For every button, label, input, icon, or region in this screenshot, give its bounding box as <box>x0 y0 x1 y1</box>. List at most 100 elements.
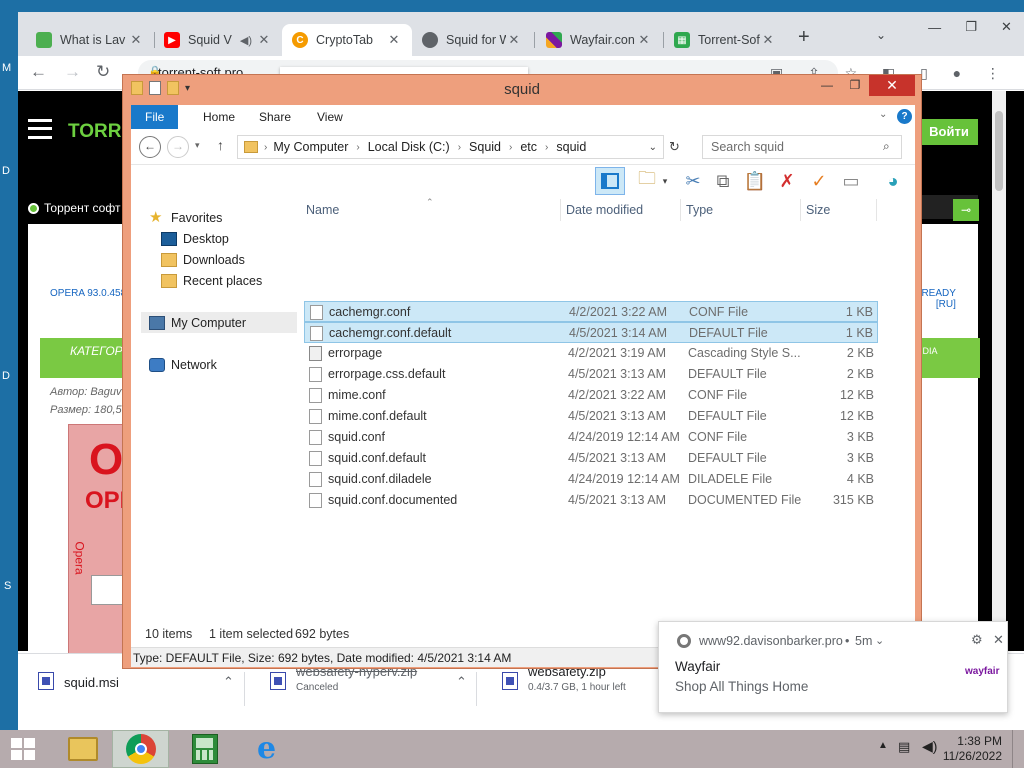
minimize-icon[interactable]: — <box>928 20 941 35</box>
table-row[interactable]: squid.conf.diladele 4/24/2019 12:14 AM DIL… <box>304 469 878 490</box>
search-key-icon[interactable]: ⊸ <box>953 199 979 221</box>
column-header-name[interactable]: Name <box>306 203 339 223</box>
new-tab-button[interactable]: + <box>798 26 810 49</box>
close-window-icon[interactable]: ✕ <box>1001 19 1012 35</box>
tab-what-is-lav[interactable]: What is Lav ✕ <box>26 24 154 56</box>
site-logo[interactable]: TORR <box>68 121 121 143</box>
forward-icon[interactable]: → <box>167 136 189 158</box>
table-row[interactable]: cachemgr.conf.default 4/5/2021 3:14 AM DEF… <box>304 322 878 343</box>
table-row[interactable]: errorpage 4/2/2021 3:19 AM Cascading Style… <box>304 343 878 364</box>
taskbar-chrome[interactable] <box>112 730 169 768</box>
paste-icon[interactable]: 📋 <box>743 169 767 193</box>
menu-icon[interactable]: ⋮ <box>986 65 1000 82</box>
rename-icon[interactable]: ▭ <box>839 169 863 193</box>
chevron-up-icon[interactable]: ⌃ <box>456 674 467 690</box>
torrent-soft-link[interactable]: Торрент софт <box>44 201 120 215</box>
chevron-down-icon[interactable]: ⌄ <box>879 109 887 120</box>
breadcrumb-item[interactable]: squid <box>556 140 586 154</box>
close-icon[interactable]: ✕ <box>993 632 1004 648</box>
opera-link[interactable]: OPERA 93.0.458 <box>50 288 126 299</box>
table-row[interactable]: errorpage.css.default 4/5/2021 3:13 AM DEF… <box>304 364 878 385</box>
delete-icon[interactable]: ✗ <box>775 169 799 193</box>
table-row[interactable]: mime.conf 4/2/2021 3:22 AM CONF File 12 KB <box>304 385 878 406</box>
refresh-icon[interactable]: ↻ <box>669 139 680 155</box>
start-button[interactable] <box>0 730 46 768</box>
cut-icon[interactable]: ✂ <box>681 169 705 193</box>
taskbar-calculator[interactable] <box>176 730 233 768</box>
up-icon[interactable]: ↑ <box>217 137 224 153</box>
nav-recent-places[interactable]: Recent places <box>161 270 262 291</box>
recent-locations-icon[interactable]: ▾ <box>195 140 200 151</box>
download-item[interactable]: websafety-hyperv.zip Canceled ⌃ <box>270 664 470 714</box>
table-row[interactable]: mime.conf.default 4/5/2021 3:13 AM DEFAULT… <box>304 406 878 427</box>
minimize-icon[interactable]: — <box>813 75 841 96</box>
tab-squid-for-windows[interactable]: Squid for W ✕ <box>412 24 532 56</box>
tab-file[interactable]: File <box>131 105 179 129</box>
hamburger-icon[interactable] <box>28 119 52 139</box>
clock[interactable]: 1:38 PM 11/26/2022 <box>940 734 1002 764</box>
tab-wayfair[interactable]: Wayfair.con ✕ <box>536 24 662 56</box>
profile-icon[interactable]: ● <box>953 65 961 81</box>
chevron-up-icon[interactable]: ⌃ <box>223 674 234 690</box>
chevron-down-icon[interactable]: ⌄ <box>875 634 884 647</box>
address-dropdown-icon[interactable]: ⌄ <box>643 142 663 153</box>
dropdown-icon[interactable]: ▾ <box>659 169 671 193</box>
maximize-icon[interactable]: ❐ <box>841 75 869 96</box>
tab-squid-video[interactable]: ▶ Squid V ◀) ✕ <box>154 24 282 56</box>
folder-options-icon[interactable]: 🗀 <box>635 168 659 193</box>
taskbar-ie[interactable]: e <box>238 730 295 768</box>
volume-icon[interactable]: ◀) <box>922 738 937 755</box>
table-row[interactable]: cachemgr.conf 4/2/2021 3:22 AM CONF File 1 … <box>304 301 878 322</box>
taskbar-explorer[interactable] <box>54 730 111 768</box>
check-icon[interactable]: ✓ <box>807 169 831 193</box>
close-icon[interactable]: ✕ <box>869 75 915 96</box>
network-tray-icon[interactable]: ▤ <box>898 739 910 755</box>
column-header-date[interactable]: Date modified <box>566 203 643 223</box>
table-row[interactable]: squid.conf.documented 4/5/2021 3:13 AM DOC… <box>304 490 878 511</box>
gear-icon[interactable]: ⚙ <box>971 632 983 648</box>
tab-share[interactable]: Share <box>245 105 305 129</box>
tab-search-icon[interactable]: ⌄ <box>876 28 886 42</box>
tab-view[interactable]: View <box>303 105 357 129</box>
globe-icon[interactable]: ◕ <box>881 169 905 193</box>
close-icon[interactable]: ✕ <box>386 32 402 48</box>
close-icon[interactable]: ✕ <box>760 32 776 48</box>
nav-favorites[interactable]: ★ Favorites <box>149 207 222 228</box>
breadcrumb-item[interactable]: My Computer <box>273 140 348 154</box>
forward-icon[interactable]: → <box>64 62 81 82</box>
reload-icon[interactable]: ↻ <box>96 62 110 82</box>
download-item[interactable]: squid.msi ⌃ <box>38 664 238 714</box>
search-input[interactable]: Search squid ⌕ <box>702 135 902 159</box>
copy-icon[interactable]: ⧉ <box>711 169 735 193</box>
show-desktop-button[interactable] <box>1012 730 1024 768</box>
tab-home[interactable]: Home <box>189 105 249 129</box>
help-icon[interactable]: ? <box>897 109 912 124</box>
breadcrumb-item[interactable]: Squid <box>469 140 501 154</box>
close-icon[interactable]: ✕ <box>256 32 272 48</box>
breadcrumb[interactable]: › My Computer › Local Disk (C:) › Squid … <box>237 135 664 159</box>
column-header-type[interactable]: Type <box>686 203 713 223</box>
nav-my-computer[interactable]: My Computer <box>141 312 297 333</box>
preview-pane-icon[interactable] <box>595 167 625 195</box>
nav-network[interactable]: Network <box>149 354 217 375</box>
tab-torrent-soft[interactable]: ▦ Torrent-Sof ✕ <box>664 24 786 56</box>
breadcrumb-item[interactable]: Local Disk (C:) <box>368 140 450 154</box>
close-icon[interactable]: ✕ <box>128 32 144 48</box>
column-header-size[interactable]: Size <box>806 203 830 223</box>
nav-desktop[interactable]: Desktop <box>161 228 229 249</box>
scrollbar-thumb[interactable] <box>995 111 1003 191</box>
back-icon[interactable]: ← <box>30 62 47 82</box>
close-icon[interactable]: ✕ <box>636 32 652 48</box>
download-item[interactable]: websafety.zip 0.4/3.7 GB, 1 hour left <box>502 664 662 714</box>
table-row[interactable]: squid.conf.default 4/5/2021 3:13 AM DEFAUL… <box>304 448 878 469</box>
maximize-icon[interactable]: ❐ <box>965 19 977 35</box>
login-button[interactable]: Войти <box>920 119 978 145</box>
close-icon[interactable]: ✕ <box>506 32 522 48</box>
back-icon[interactable]: ← <box>139 136 161 158</box>
tray-chevron-icon[interactable]: ▲ <box>878 740 888 751</box>
breadcrumb-item[interactable]: etc <box>520 140 537 154</box>
notification-toast[interactable]: www92.davisonbarker.pro • 5m ⌄ ⚙ ✕ Wayfa… <box>658 621 1008 713</box>
tab-cryptotab[interactable]: C CryptoTab ✕ <box>282 24 412 56</box>
table-row[interactable]: squid.conf 4/24/2019 12:14 AM CONF File 3 K… <box>304 427 878 448</box>
nav-downloads[interactable]: Downloads <box>161 249 245 270</box>
